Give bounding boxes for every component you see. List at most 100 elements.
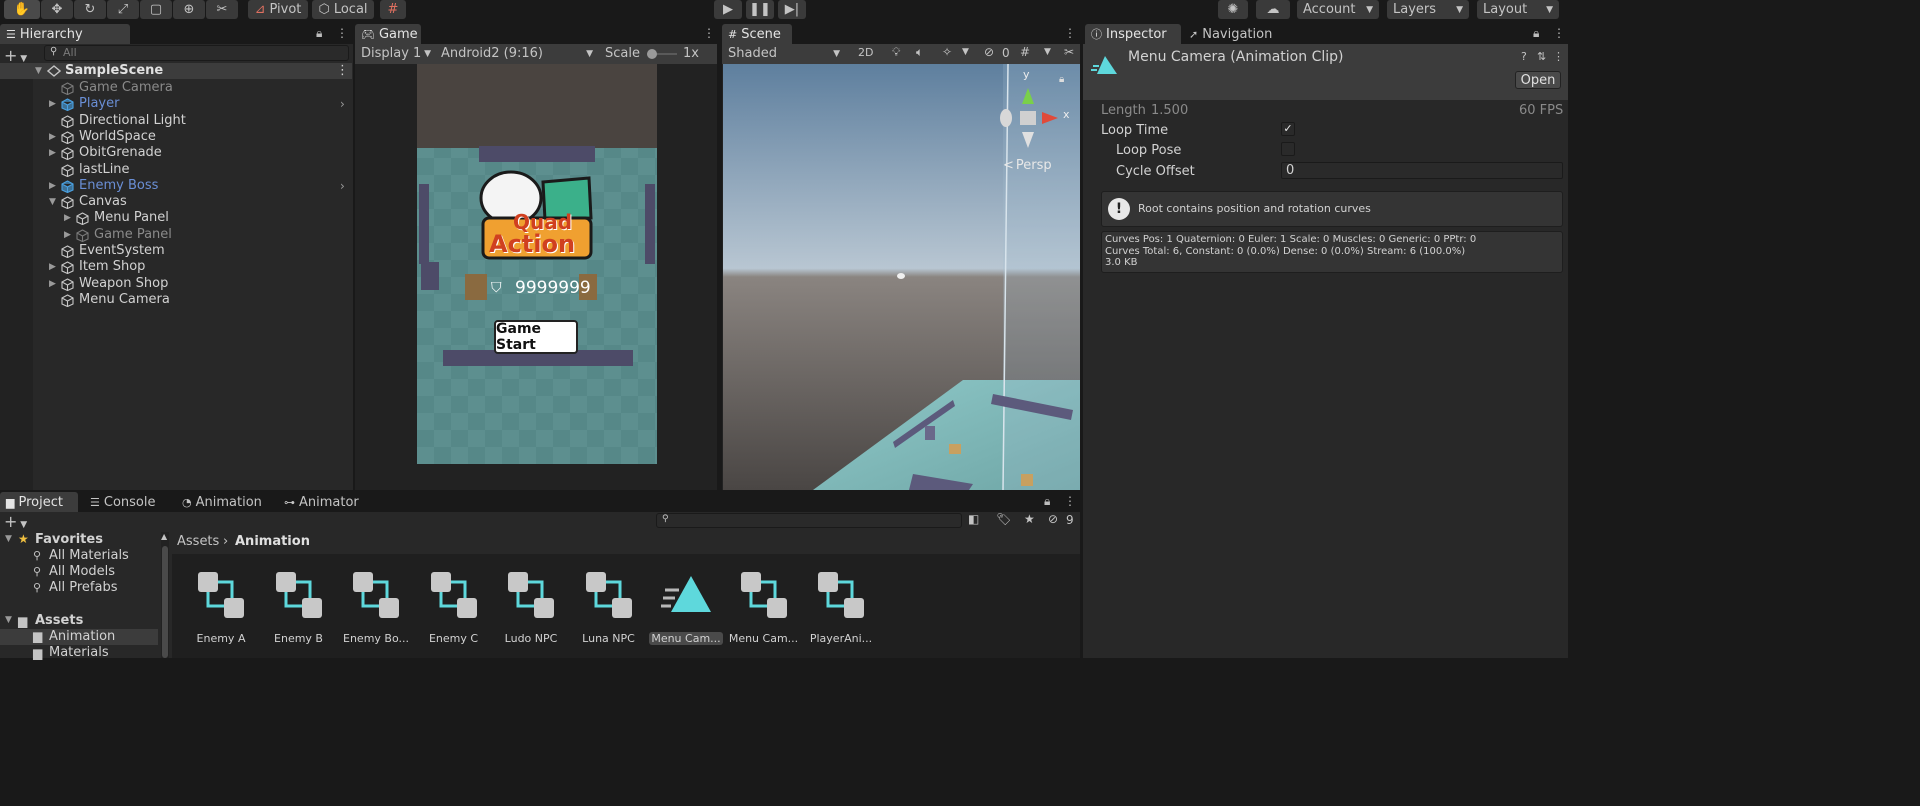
hand-tool-button[interactable]: ✋ [4, 0, 40, 19]
filter-type-icon[interactable]: ◧ [968, 512, 979, 526]
animator-controller-asset[interactable]: Enemy C [417, 570, 491, 650]
project-search-input[interactable]: ⚲ [656, 513, 962, 528]
game-viewport[interactable]: Quad Action ⛉ 9999999 Game Start [417, 64, 657, 464]
custom-tool-button[interactable]: ✂ [206, 0, 238, 19]
assets-root-label[interactable]: Assets [35, 613, 83, 628]
toggle-2d-button[interactable]: 2D [858, 46, 873, 59]
scene-viewport[interactable]: y x 🔒︎ < Persp [723, 64, 1080, 490]
pause-button[interactable]: ❚❚ [746, 0, 774, 19]
collapse-arrow-icon[interactable]: ▶ [64, 210, 71, 226]
hierarchy-item[interactable]: ▶ WorldSpace [0, 129, 352, 145]
pivot-toggle[interactable]: ⊿ Pivot [248, 0, 308, 19]
folder-materials[interactable]: Materials [49, 645, 109, 660]
collapse-arrow-icon[interactable]: ▶ [49, 145, 56, 161]
hierarchy-item[interactable]: ▶ Player › [0, 96, 352, 112]
tab-hierarchy[interactable]: ☰ Hierarchy [0, 24, 130, 44]
expand-arrow-icon[interactable]: ▼ [49, 194, 56, 210]
animator-controller-asset[interactable]: Enemy A [184, 570, 258, 650]
shading-dropdown[interactable]: Shaded ▼ [724, 45, 844, 62]
open-prefab-chevron-icon[interactable]: › [340, 96, 345, 112]
favorites-label[interactable]: Favorites [35, 532, 103, 547]
collapse-arrow-icon[interactable]: ▶ [49, 276, 56, 292]
animator-controller-asset[interactable]: Enemy Bo... [339, 570, 413, 650]
animator-controller-asset[interactable]: PlayerAni... [804, 570, 878, 650]
animator-controller-asset[interactable]: Luna NPC [572, 570, 646, 650]
lock-icon[interactable]: 🔒︎ [316, 26, 322, 41]
hierarchy-item[interactable]: Game Camera [0, 80, 352, 96]
hierarchy-item[interactable]: ▼ Canvas [0, 194, 352, 210]
label-icon[interactable]: 🏷︎ [996, 512, 1011, 526]
help-icon[interactable]: ? [1521, 50, 1527, 63]
loop-pose-checkbox[interactable] [1281, 142, 1295, 156]
hierarchy-item[interactable]: EventSystem [0, 243, 352, 259]
transform-tool-button[interactable]: ⊕ [173, 0, 205, 19]
expand-arrow-icon[interactable]: ▼ [5, 615, 12, 625]
kebab-menu-icon[interactable]: ⋮ [1553, 50, 1564, 63]
kebab-menu-icon[interactable]: ⋮ [1553, 26, 1565, 40]
animator-controller-asset[interactable]: Ludo NPC [494, 570, 568, 650]
star-icon[interactable]: ★ [1024, 512, 1035, 526]
favorite-all-materials[interactable]: All Materials [49, 548, 129, 563]
kebab-menu-icon[interactable]: ⋮ [336, 26, 348, 40]
projection-toggle[interactable]: < Persp [1003, 158, 1052, 173]
presets-icon[interactable]: ⇅ [1537, 50, 1546, 63]
layers-dropdown[interactable]: Layers ▼ [1387, 0, 1469, 19]
display-dropdown[interactable]: Display 1 ▼ [357, 45, 435, 62]
lock-icon[interactable]: 🔒︎ [1059, 74, 1064, 85]
scroll-up-icon[interactable]: ▲ [161, 532, 167, 541]
breadcrumb-assets[interactable]: Assets [177, 534, 219, 549]
favorite-all-models[interactable]: All Models [49, 564, 115, 579]
hierarchy-item[interactable]: Directional Light [0, 113, 352, 129]
rotate-tool-button[interactable]: ↻ [74, 0, 106, 19]
kebab-menu-icon[interactable]: ⋮ [1064, 494, 1076, 508]
caret-down-icon[interactable]: ▼ [962, 47, 969, 57]
cloud-button[interactable]: ☁ [1256, 0, 1290, 19]
collapse-arrow-icon[interactable]: ▶ [49, 129, 56, 145]
caret-down-icon[interactable]: ▼ [1044, 47, 1051, 57]
slider-thumb[interactable] [647, 49, 657, 59]
hierarchy-item[interactable]: ▶ ObitGrenade [0, 145, 352, 161]
collapse-arrow-icon[interactable]: ▶ [49, 96, 56, 112]
resolution-dropdown[interactable]: Android2 (9:16) ▼ [437, 45, 597, 62]
tab-animator[interactable]: ⊶ Animator [278, 492, 364, 512]
lighting-icon[interactable]: 💡︎ [892, 45, 900, 60]
rect-tool-button[interactable]: ▢ [140, 0, 172, 19]
tab-game[interactable]: 🎮︎ Game [355, 24, 421, 44]
expand-arrow-icon[interactable]: ▼ [5, 534, 12, 544]
audio-icon[interactable]: 🔈︎ [916, 45, 923, 60]
cycle-offset-input[interactable]: 0 [1281, 162, 1563, 179]
open-prefab-chevron-icon[interactable]: › [340, 178, 345, 194]
hierarchy-search-input[interactable]: ⚲ All [44, 45, 349, 61]
account-dropdown[interactable]: Account ▼ [1297, 0, 1379, 19]
layout-dropdown[interactable]: Layout ▼ [1477, 0, 1559, 19]
grid-toggle-icon[interactable]: # [1020, 45, 1030, 59]
lock-icon[interactable]: 🔒︎ [1533, 26, 1539, 41]
tree-scrollbar[interactable]: ▲ [161, 532, 169, 658]
tab-scene[interactable]: # Scene [722, 24, 792, 44]
hidden-packages-icon[interactable]: ⊘ [1048, 512, 1058, 526]
hierarchy-item[interactable]: ▶ Item Shop [0, 259, 352, 275]
move-tool-button[interactable]: ✥ [41, 0, 73, 19]
create-asset-button[interactable]: + ▼ [4, 512, 27, 531]
tab-navigation[interactable]: ➚ Navigation [1183, 24, 1293, 44]
play-button[interactable]: ▶ [714, 0, 742, 19]
tab-animation[interactable]: ◔ Animation [176, 492, 266, 512]
tab-project[interactable]: ▆ Project [0, 492, 78, 512]
lock-icon[interactable]: 🔒︎ [1044, 494, 1050, 509]
scale-tool-button[interactable]: ⤢ [107, 0, 139, 19]
scale-slider[interactable] [647, 49, 677, 59]
animation-clip-asset[interactable]: Menu Cam... [649, 570, 723, 650]
game-start-button[interactable]: Game Start [494, 320, 578, 354]
kebab-menu-icon[interactable]: ⋮ [336, 63, 349, 79]
local-toggle[interactable]: ⬡ Local [312, 0, 374, 19]
scrollbar-thumb[interactable] [162, 546, 168, 658]
hierarchy-item[interactable]: lastLine [0, 162, 352, 178]
collapse-arrow-icon[interactable]: ▶ [49, 259, 56, 275]
step-button[interactable]: ▶| [778, 0, 806, 19]
animator-controller-asset[interactable]: Enemy B [262, 570, 336, 650]
tab-console[interactable]: ☰ Console [84, 492, 164, 512]
loop-time-checkbox[interactable]: ✓ [1281, 122, 1295, 136]
animator-controller-asset[interactable]: Menu Cam... [727, 570, 801, 650]
collapse-arrow-icon[interactable]: ▶ [49, 178, 56, 194]
favorite-all-prefabs[interactable]: All Prefabs [49, 580, 118, 595]
